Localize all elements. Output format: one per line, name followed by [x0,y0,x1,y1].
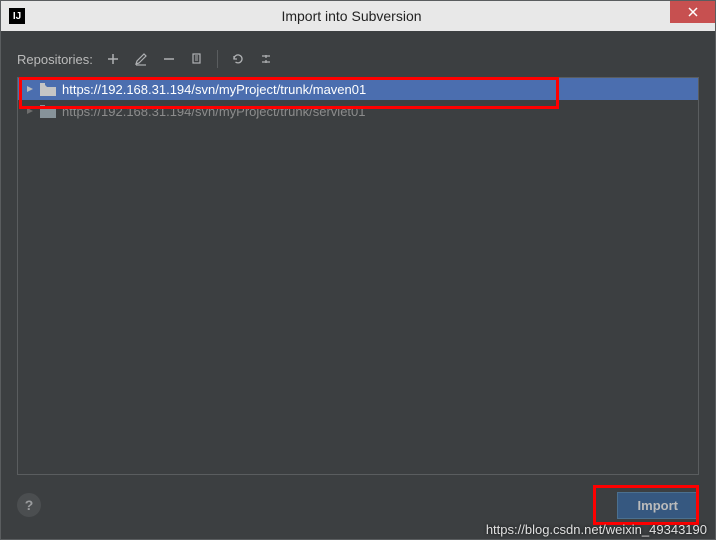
folder-icon [40,105,56,118]
close-button[interactable] [670,1,715,23]
expand-arrow-icon[interactable] [26,106,36,116]
toolbar-separator [217,50,218,68]
refresh-icon [231,52,245,66]
merge-button[interactable] [254,47,278,71]
app-icon: IJ [9,8,25,24]
import-subversion-dialog: IJ Import into Subversion Repositories: [0,0,716,540]
help-button[interactable]: ? [17,493,41,517]
refresh-button[interactable] [226,47,250,71]
repositories-label: Repositories: [17,52,93,67]
plus-icon [106,52,120,66]
expand-arrow-icon[interactable] [26,84,36,94]
toolbar: Repositories: [17,47,699,71]
pencil-icon [134,52,148,66]
add-button[interactable] [101,47,125,71]
copy-button[interactable] [185,47,209,71]
tree-row[interactable]: https://192.168.31.194/svn/myProject/tru… [18,78,698,100]
merge-icon [259,52,273,66]
minus-icon [162,52,176,66]
edit-button[interactable] [129,47,153,71]
remove-button[interactable] [157,47,181,71]
repo-url: https://192.168.31.194/svn/myProject/tru… [62,104,366,119]
close-icon [688,7,698,17]
dialog-footer: ? Import [17,475,699,523]
tree-row[interactable]: https://192.168.31.194/svn/myProject/tru… [18,100,698,122]
dialog-content: Repositories: [1,31,715,539]
copy-icon [190,52,204,66]
window-title: Import into Subversion [33,8,670,24]
import-button[interactable]: Import [617,492,699,519]
titlebar: IJ Import into Subversion [1,1,715,31]
folder-icon [40,83,56,96]
repo-url: https://192.168.31.194/svn/myProject/tru… [62,82,366,97]
repository-tree[interactable]: https://192.168.31.194/svn/myProject/tru… [17,77,699,475]
